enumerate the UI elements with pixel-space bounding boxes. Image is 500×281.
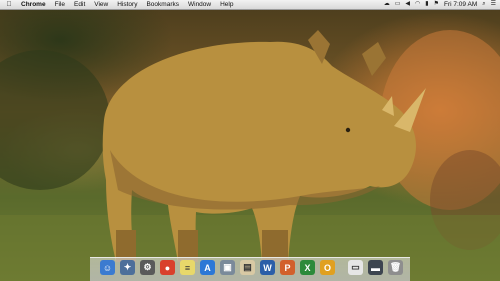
menu-file[interactable]: File: [55, 0, 65, 9]
menu-chrome[interactable]: Chrome: [21, 0, 46, 9]
menu-edit[interactable]: Edit: [74, 0, 85, 9]
display-icon[interactable]: ▭: [395, 0, 401, 9]
dock: ☺ ✦ ⚙ ● ≡ A ▣ ▤ W P X O ▭ ▬ 🗑: [90, 257, 410, 281]
menu-bar:  Chrome File Edit View History Bookmark…: [0, 0, 500, 10]
menu-view[interactable]: View: [94, 0, 108, 9]
word-icon[interactable]: W: [260, 260, 275, 275]
trash-icon[interactable]: 🗑: [388, 260, 403, 275]
status-area: ☁ ▭ ◀ ◠ ▮ ⚑ Fri 7:09 AM ⌕ ☰: [379, 0, 496, 9]
menu-window[interactable]: Window: [188, 0, 211, 9]
rhino-wallpaper-image: [0, 30, 500, 281]
gear-icon[interactable]: ⚙: [140, 260, 155, 275]
notes-icon[interactable]: ≡: [180, 260, 195, 275]
safari-icon[interactable]: ✦: [120, 260, 135, 275]
appstore-icon[interactable]: A: [200, 260, 215, 275]
powerpoint-icon[interactable]: P: [280, 260, 295, 275]
menu-bar-clock[interactable]: Fri 7:09 AM: [444, 0, 477, 9]
desktop-wallpaper: [0, 0, 500, 281]
apple-icon[interactable]: : [5, 0, 13, 9]
wifi-icon[interactable]: ◠: [415, 0, 420, 9]
menu-bookmarks[interactable]: Bookmarks: [146, 0, 179, 9]
menu-help[interactable]: Help: [220, 0, 233, 9]
search-icon[interactable]: ⌕: [482, 0, 485, 9]
document-icon[interactable]: ▭: [348, 260, 363, 275]
flag-icon[interactable]: ⚑: [434, 0, 439, 9]
excel-icon[interactable]: X: [300, 260, 315, 275]
finder-icon[interactable]: ☺: [100, 260, 115, 275]
preview-icon[interactable]: ▣: [220, 260, 235, 275]
cloud-icon[interactable]: ☁: [384, 0, 390, 9]
chrome-icon[interactable]: ●: [160, 260, 175, 275]
list-icon[interactable]: ☰: [491, 0, 496, 9]
outlook-icon[interactable]: O: [320, 260, 335, 275]
volume-icon[interactable]: ◀: [405, 0, 410, 9]
downloads-icon[interactable]: ▬: [368, 260, 383, 275]
battery-icon[interactable]: ▮: [425, 0, 428, 9]
calendar-icon[interactable]: ▤: [240, 260, 255, 275]
menu-history[interactable]: History: [117, 0, 137, 9]
